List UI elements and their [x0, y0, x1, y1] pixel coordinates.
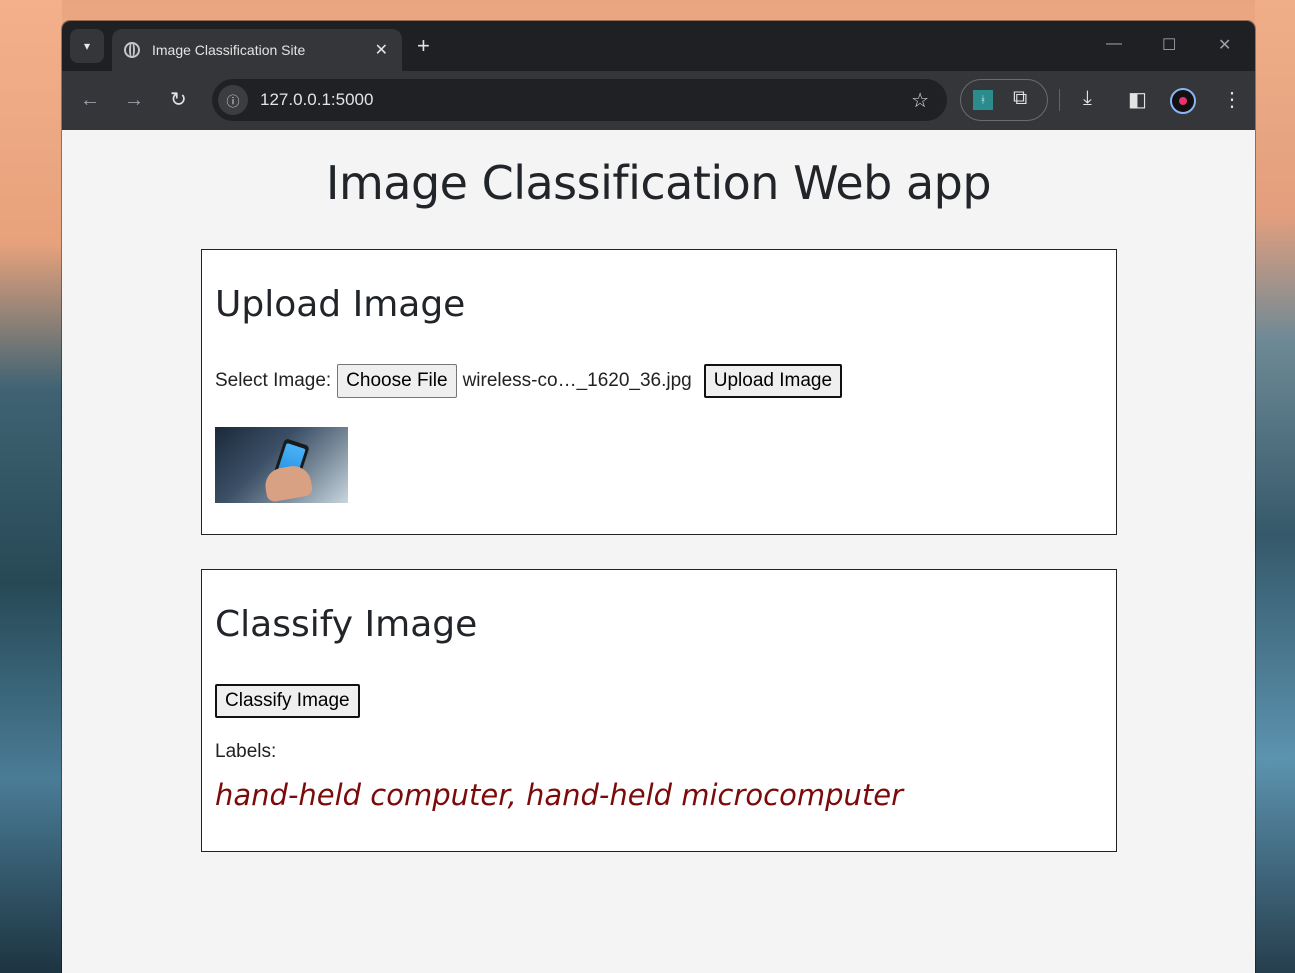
upload-heading: Upload Image [215, 284, 466, 325]
desktop-wallpaper-left [0, 0, 62, 973]
plus-icon[interactable]: + [417, 33, 430, 59]
file-select-row: Select Image: Choose File wireless-co…_1… [215, 364, 843, 398]
side-panel-icon[interactable]: ◧ [1128, 87, 1147, 112]
classify-heading: Classify Image [215, 604, 478, 645]
classify-card: Classify Image Classify Image Labels: ha… [201, 569, 1117, 852]
close-icon[interactable]: ✕ [375, 40, 388, 60]
kebab-menu-icon[interactable]: ⋮ [1222, 87, 1242, 112]
avatar[interactable] [1170, 88, 1196, 114]
download-icon[interactable]: ⤓ [1083, 87, 1092, 110]
hand-illustration [262, 463, 314, 503]
web-page: Image Classification Web app Upload Imag… [62, 130, 1255, 973]
tab-title: Image Classification Site [152, 42, 306, 58]
selected-file-name: wireless-co…_1620_36.jpg [462, 370, 692, 391]
tab-image-classification[interactable]: Image Classification Site ✕ [112, 29, 402, 71]
upload-card: Upload Image Select Image: Choose File w… [201, 249, 1117, 535]
info-icon[interactable]: ⓘ [218, 85, 248, 115]
maximize-icon[interactable]: ☐ [1162, 35, 1176, 55]
upload-image-button[interactable]: Upload Image [703, 364, 843, 398]
translate-extension-icon[interactable]: ᚼ [973, 90, 993, 110]
chevron-down-icon[interactable]: ▾ [70, 29, 104, 63]
select-image-label: Select Image: [215, 370, 332, 391]
page-title: Image Classification Web app [325, 156, 992, 210]
star-icon[interactable]: ☆ [911, 88, 929, 113]
choose-file-button[interactable]: Choose File [337, 364, 457, 398]
tab-strip: ▾ Image Classification Site ✕ + — ☐ ✕ [62, 21, 1255, 71]
toolbar-divider [1059, 89, 1060, 111]
classify-image-button[interactable]: Classify Image [215, 684, 360, 718]
globe-icon [124, 42, 140, 58]
arrow-left-icon[interactable]: ← [80, 88, 100, 112]
window-close-icon[interactable]: ✕ [1218, 35, 1231, 55]
browser-window: ▾ Image Classification Site ✕ + — ☐ ✕ ← … [62, 21, 1255, 973]
reload-icon[interactable]: ↻ [170, 88, 187, 112]
classify-row: Classify Image [215, 684, 360, 718]
extension-group: ᚼ ⧉ [960, 79, 1048, 121]
minimize-icon[interactable]: — [1106, 35, 1122, 53]
browser-toolbar: ← → ↻ ⓘ 127.0.0.1:5000 ☆ ᚼ ⧉ ⤓ ◧ ⋮ [62, 71, 1255, 130]
arrow-right-icon[interactable]: → [124, 88, 144, 112]
labels-label: Labels: [215, 741, 277, 762]
uploaded-image-preview [215, 427, 348, 503]
address-bar[interactable]: ⓘ 127.0.0.1:5000 ☆ [212, 79, 947, 121]
classification-result: hand-held computer, hand-held microcompu… [215, 778, 904, 812]
url-text[interactable]: 127.0.0.1:5000 [260, 90, 911, 110]
puzzle-icon[interactable]: ⧉ [1013, 87, 1027, 110]
desktop-wallpaper-right [1255, 0, 1295, 973]
